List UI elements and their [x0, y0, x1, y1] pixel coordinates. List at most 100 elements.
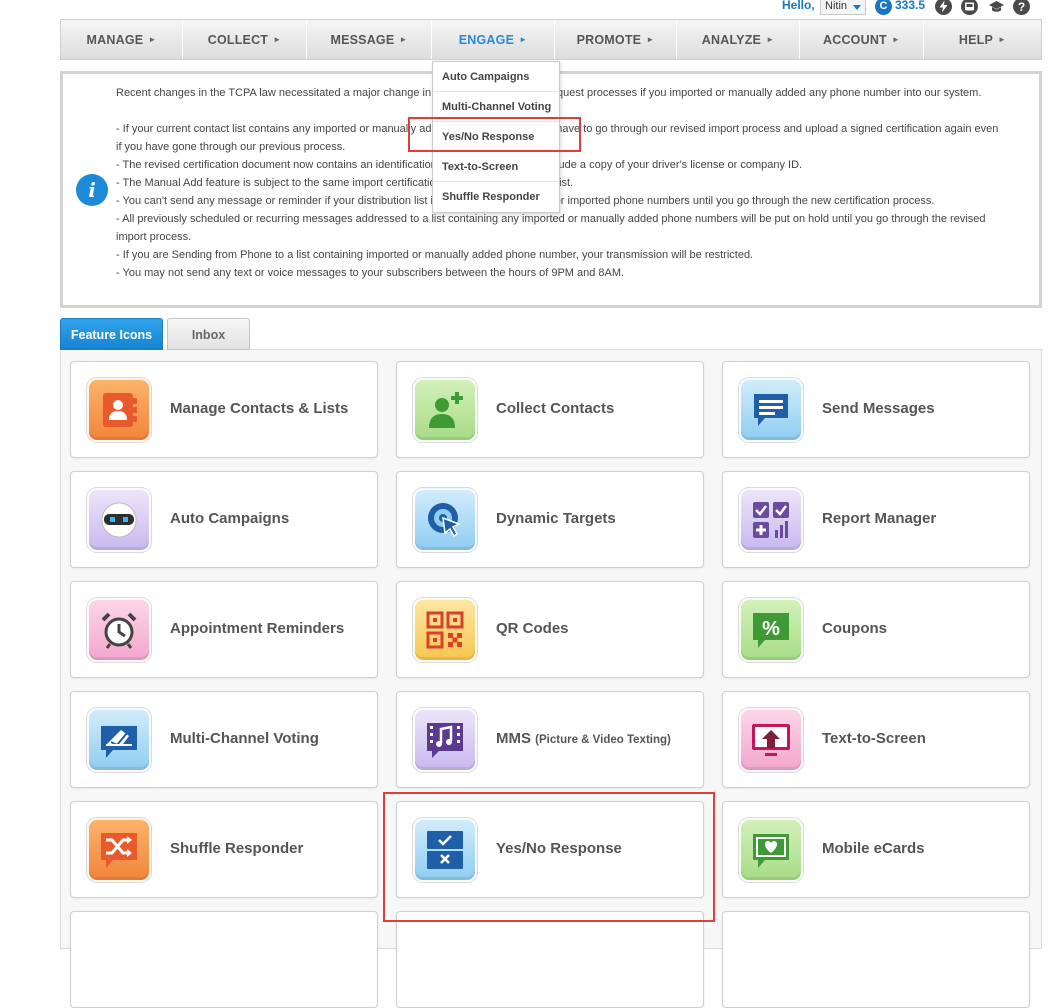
notice-line: - You may not send any text or voice mes…	[116, 267, 625, 279]
feature-card-yes-no-response[interactable]: Yes/No Response	[396, 801, 704, 898]
nav-engage[interactable]: ENGAGE ►	[432, 20, 555, 59]
graduation-cap-icon[interactable]	[988, 0, 1005, 15]
arrow-right-icon: ►	[399, 35, 408, 44]
nav-help[interactable]: HELP ►	[924, 20, 1041, 59]
feature-card-text-to-screen[interactable]: Text-to-Screen	[722, 691, 1030, 788]
svg-text:%: %	[762, 618, 780, 640]
feature-label: MMS (Picture & Video Texting)	[496, 730, 671, 747]
nav-account[interactable]: ACCOUNT ►	[800, 20, 924, 59]
message-bubble-icon	[739, 378, 803, 442]
nav-label: ENGAGE	[458, 32, 515, 47]
tab-inbox[interactable]: Inbox	[167, 318, 250, 350]
nav-manage[interactable]: MANAGE ►	[61, 20, 183, 59]
tab-feature-icons[interactable]: Feature Icons	[60, 318, 163, 350]
feature-card-shuffle-responder[interactable]: Shuffle Responder	[70, 801, 378, 898]
info-icon: i	[76, 174, 108, 206]
feature-card-coupons[interactable]: % Coupons	[722, 581, 1030, 678]
feature-card-multi-channel-voting[interactable]: Multi-Channel Voting	[70, 691, 378, 788]
greeting-text: Hello,	[782, 0, 815, 12]
feature-label: Yes/No Response	[496, 840, 622, 857]
nav-message[interactable]: MESSAGE ►	[307, 20, 432, 59]
add-person-icon	[413, 378, 477, 442]
feature-card-appointment-reminders[interactable]: Appointment Reminders	[70, 581, 378, 678]
arrow-right-icon: ►	[273, 35, 282, 44]
feature-label: Shuffle Responder	[170, 840, 304, 857]
menu-item-auto-campaigns[interactable]: Auto Campaigns	[433, 62, 559, 92]
feature-label: Send Messages	[822, 400, 935, 417]
inbox-tray-icon[interactable]	[961, 0, 978, 15]
tab-bar: Feature Icons Inbox	[60, 318, 254, 350]
feature-card-auto-campaigns[interactable]: Auto Campaigns	[70, 471, 378, 568]
menu-item-multi-channel-voting[interactable]: Multi-Channel Voting	[433, 92, 559, 122]
arrow-right-icon: ►	[519, 35, 528, 44]
robot-icon	[87, 488, 151, 552]
nav-analyze[interactable]: ANALYZE ►	[677, 20, 800, 59]
nav-label: COLLECT	[207, 32, 269, 47]
feature-card-partial[interactable]	[396, 911, 704, 1008]
feature-card-collect-contacts[interactable]: Collect Contacts	[396, 361, 704, 458]
feature-label: Coupons	[822, 620, 887, 637]
credits-icon: C	[875, 0, 892, 15]
contact-book-icon	[87, 378, 151, 442]
feature-card-report-manager[interactable]: Report Manager	[722, 471, 1030, 568]
help-circle-icon[interactable]: ?	[1013, 0, 1030, 15]
yes-no-icon	[413, 818, 477, 882]
feature-label: Appointment Reminders	[170, 620, 345, 637]
feature-label: Text-to-Screen	[822, 730, 926, 747]
arrow-right-icon: ►	[998, 35, 1007, 44]
feature-label: Manage Contacts & Lists	[170, 400, 349, 417]
nav-promote[interactable]: PROMOTE ►	[555, 20, 677, 59]
nav-label: PROMOTE	[576, 32, 642, 47]
percent-tag-icon: %	[739, 598, 803, 662]
feature-card-partial[interactable]	[70, 911, 378, 1008]
film-music-icon	[413, 708, 477, 772]
feature-label-main: MMS	[496, 730, 531, 747]
svg-text:?: ?	[1018, 0, 1025, 14]
nav-collect[interactable]: COLLECT ►	[183, 20, 307, 59]
menu-item-yes-no-response[interactable]: Yes/No Response	[433, 122, 559, 152]
feature-card-partial[interactable]	[722, 911, 1030, 1008]
arrow-right-icon: ►	[148, 35, 157, 44]
vote-box-icon	[87, 708, 151, 772]
feature-label: Auto Campaigns	[170, 510, 290, 527]
feature-card-mms[interactable]: MMS (Picture & Video Texting)	[396, 691, 704, 788]
nav-label: ACCOUNT	[822, 32, 887, 47]
heart-card-icon	[739, 818, 803, 882]
feature-label: QR Codes	[496, 620, 569, 637]
feature-card-send-messages[interactable]: Send Messages	[722, 361, 1030, 458]
menu-item-shuffle-responder[interactable]: Shuffle Responder	[433, 182, 559, 212]
screen-upload-icon	[739, 708, 803, 772]
arrow-right-icon: ►	[891, 35, 901, 44]
top-utility-bar: Hello, Nitin C 333.5 ?	[0, 0, 1064, 16]
notice-line: - All previously scheduled or recurring …	[116, 213, 986, 243]
feature-card-mobile-ecards[interactable]: Mobile eCards	[722, 801, 1030, 898]
nav-label: MANAGE	[86, 32, 144, 47]
feature-label-sub: (Picture & Video Texting)	[535, 734, 671, 746]
feature-label: Report Manager	[822, 510, 937, 527]
feature-label: Dynamic Targets	[496, 510, 616, 527]
alarm-clock-icon	[87, 598, 151, 662]
shuffle-icon	[87, 818, 151, 882]
credits-balance[interactable]: 333.5	[895, 0, 925, 12]
nav-label: MESSAGE	[330, 32, 395, 47]
lightning-icon[interactable]	[935, 0, 952, 15]
target-cursor-icon	[413, 488, 477, 552]
nav-label: ANALYZE	[701, 32, 762, 47]
report-grid-icon	[739, 488, 803, 552]
menu-item-text-to-screen[interactable]: Text-to-Screen	[433, 152, 559, 182]
engage-dropdown-menu: Auto Campaigns Multi-Channel Voting Yes/…	[432, 61, 560, 213]
qr-code-icon	[413, 598, 477, 662]
chevron-down-icon	[853, 5, 861, 10]
arrow-right-icon: ►	[646, 35, 655, 44]
user-menu-dropdown[interactable]: Nitin	[820, 0, 866, 15]
arrow-right-icon: ►	[766, 35, 775, 44]
notice-line: - If you are Sending from Phone to a lis…	[116, 249, 754, 261]
feature-card-manage-contacts[interactable]: Manage Contacts & Lists	[70, 361, 378, 458]
main-navigation: MANAGE ► COLLECT ► MESSAGE ► ENGAGE ► PROMOT…	[60, 19, 1042, 60]
feature-label: Multi-Channel Voting	[170, 730, 319, 747]
feature-label: Mobile eCards	[822, 840, 925, 857]
feature-label: Collect Contacts	[496, 400, 615, 417]
feature-card-dynamic-targets[interactable]: Dynamic Targets	[396, 471, 704, 568]
user-name: Nitin	[825, 0, 848, 12]
feature-card-qr-codes[interactable]: QR Codes	[396, 581, 704, 678]
